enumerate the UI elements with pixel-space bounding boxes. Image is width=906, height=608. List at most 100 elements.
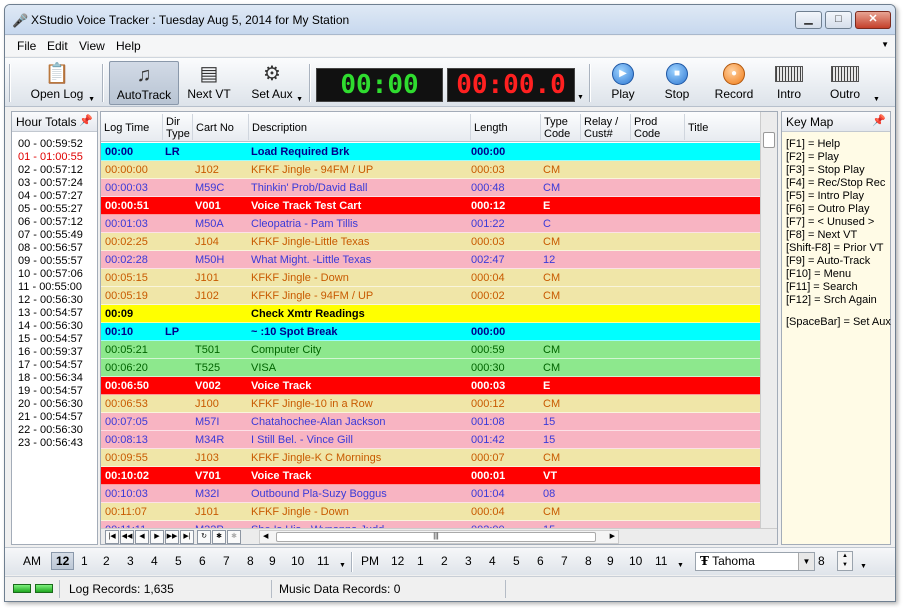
chevron-down-icon[interactable]: ▼ — [339, 562, 346, 569]
font-size[interactable]: 8 — [818, 554, 825, 568]
pm-hour-button[interactable]: 7 — [561, 554, 568, 568]
column-header[interactable]: Relay / Cust# — [581, 114, 631, 140]
stop-button[interactable]: ■ Stop — [653, 61, 701, 105]
hour-total-item[interactable]: 02 - 00:57:12 — [12, 164, 97, 177]
title-bar[interactable]: 🎤 XStudio Voice Tracker : Tuesday Aug 5,… — [5, 5, 895, 35]
asterisk-icon[interactable]: ✱ — [212, 530, 226, 544]
am-hour-button[interactable]: 7 — [223, 554, 230, 568]
log-row[interactable]: 00:06:50 V002 Voice Track 000:03 E — [101, 377, 761, 395]
font-select[interactable]: Ŧ Tahoma ▼ — [695, 552, 815, 571]
hour-total-item[interactable]: 04 - 00:57:27 — [12, 190, 97, 203]
hour-total-item[interactable]: 01 - 01:00:55 — [12, 151, 97, 164]
am-hour-button[interactable]: 3 — [127, 554, 134, 568]
chevron-down-icon[interactable]: ▼ — [296, 96, 303, 103]
log-row[interactable]: 00:10 LP ~ :10 Spot Break 000:00 — [101, 323, 761, 341]
hour-total-item[interactable]: 22 - 00:56:30 — [12, 424, 97, 437]
bookmark-icon[interactable]: ✱ — [227, 530, 241, 544]
auto-track-button[interactable]: ♫ AutoTrack — [109, 61, 179, 105]
font-size-spinner[interactable]: ▲ ▼ — [837, 551, 853, 571]
log-row[interactable]: 00:02:28 M50H What Might. -Little Texas 002… — [101, 251, 761, 269]
record-button[interactable]: ● Record — [707, 61, 761, 105]
first-record-icon[interactable]: |◀ — [105, 530, 119, 544]
hour-total-item[interactable]: 20 - 00:56:30 — [12, 398, 97, 411]
log-row[interactable]: 00:02:25 J104 KFKF Jingle-Little Texas 000:… — [101, 233, 761, 251]
log-row[interactable]: 00:11:07 J101 KFKF Jingle - Down 000:04 CM — [101, 503, 761, 521]
log-row[interactable]: 00:09 Check Xmtr Readings — [101, 305, 761, 323]
prior-record-icon[interactable]: ◀ — [135, 530, 149, 544]
vertical-scrollbar[interactable] — [760, 112, 777, 528]
play-button[interactable]: ▶ Play — [599, 61, 647, 105]
pm-hour-button[interactable]: 11 — [655, 554, 667, 568]
log-row[interactable]: 00:08:13 M34R I Still Bel. - Vince Gill 001… — [101, 431, 761, 449]
pm-hour-button[interactable]: 9 — [607, 554, 614, 568]
open-log-button[interactable]: 📋 Open Log ▼ — [17, 61, 97, 105]
column-header[interactable]: Description — [249, 114, 471, 140]
hour-total-item[interactable]: 08 - 00:56:57 — [12, 242, 97, 255]
chevron-down-icon[interactable]: ▼ — [860, 563, 867, 570]
am-hour-button[interactable]: 11 — [317, 554, 329, 568]
hour-total-item[interactable]: 09 - 00:55:57 — [12, 255, 97, 268]
hour-total-item[interactable]: 03 - 00:57:24 — [12, 177, 97, 190]
next-page-icon[interactable]: ▶▶ — [165, 530, 179, 544]
refresh-icon[interactable]: ↻ — [197, 530, 211, 544]
am-hour-button[interactable]: 6 — [199, 554, 206, 568]
chevron-down-icon[interactable]: ▼ — [677, 562, 684, 569]
pm-hour-button[interactable]: 10 — [629, 554, 642, 568]
menu-edit[interactable]: Edit — [47, 39, 68, 53]
log-row[interactable]: 00:00 LR Load Required Brk 000:00 — [101, 143, 761, 161]
hour-total-item[interactable]: 23 - 00:56:43 — [12, 437, 97, 450]
log-row[interactable]: 00:00:00 J102 KFKF Jingle - 94FM / UP 000:0… — [101, 161, 761, 179]
menu-overflow-icon[interactable]: ▼ — [881, 40, 889, 49]
hour-total-item[interactable]: 00 - 00:59:52 — [12, 138, 97, 151]
hour-total-item[interactable]: 05 - 00:55:27 — [12, 203, 97, 216]
hour-total-item[interactable]: 18 - 00:56:34 — [12, 372, 97, 385]
am-hour-button[interactable]: 9 — [269, 554, 276, 568]
hour-total-item[interactable]: 16 - 00:59:37 — [12, 346, 97, 359]
am-hour-button[interactable]: 2 — [103, 554, 110, 568]
chevron-down-icon[interactable]: ▼ — [873, 96, 880, 103]
hour-total-item[interactable]: 06 - 00:57:12 — [12, 216, 97, 229]
pm-hour-button[interactable]: 4 — [489, 554, 496, 568]
hour-total-item[interactable]: 07 - 00:55:49 — [12, 229, 97, 242]
log-row[interactable]: 00:00:03 M59C Thinkin' Prob/David Ball 000:… — [101, 179, 761, 197]
column-header[interactable]: Type Code — [541, 114, 581, 140]
log-row[interactable]: 00:09:55 J103 KFKF Jingle-K C Mornings 000:… — [101, 449, 761, 467]
am-hour-button[interactable]: 12 — [51, 552, 75, 570]
hour-total-item[interactable]: 15 - 00:54:57 — [12, 333, 97, 346]
next-vt-button[interactable]: ▤ Next VT — [183, 61, 235, 105]
menu-view[interactable]: View — [79, 39, 105, 53]
column-header[interactable]: Cart No — [193, 114, 249, 140]
log-row[interactable]: 00:10:02 V701 Voice Track 000:01 VT — [101, 467, 761, 485]
hour-total-item[interactable]: 21 - 00:54:57 — [12, 411, 97, 424]
next-record-icon[interactable]: ▶ — [150, 530, 164, 544]
column-header[interactable]: Length — [471, 114, 541, 140]
pm-hour-button[interactable]: 8 — [585, 554, 592, 568]
pm-hour-button[interactable]: 1 — [417, 554, 424, 568]
pm-hour-button[interactable]: 6 — [537, 554, 544, 568]
log-row[interactable]: 00:05:19 J102 KFKF Jingle - 94FM / UP 000:0… — [101, 287, 761, 305]
outro-button[interactable]: Outro — [819, 61, 871, 105]
log-row[interactable]: 00:00:51 V001 Voice Track Test Cart 000:12 E — [101, 197, 761, 215]
menu-help[interactable]: Help — [116, 39, 141, 53]
am-hour-button[interactable]: 5 — [175, 554, 182, 568]
pin-icon[interactable]: 📌 — [79, 114, 93, 127]
pm-hour-button[interactable]: 3 — [465, 554, 472, 568]
hour-total-item[interactable]: 19 - 00:54:57 — [12, 385, 97, 398]
log-row[interactable]: 00:05:21 T501 Computer City 000:59 CM — [101, 341, 761, 359]
minimize-button[interactable]: ▁ — [795, 11, 822, 29]
log-row[interactable]: 00:05:15 J101 KFKF Jingle - Down 000:04 CM — [101, 269, 761, 287]
scroll-thumb[interactable]: ||| — [276, 532, 596, 542]
pin-icon[interactable]: 📌 — [872, 114, 886, 127]
prior-page-icon[interactable]: ◀◀ — [120, 530, 134, 544]
am-hour-button[interactable]: 10 — [291, 554, 304, 568]
maximize-button[interactable]: □ — [825, 11, 852, 29]
chevron-down-icon[interactable]: ▼ — [88, 96, 95, 103]
hour-total-item[interactable]: 13 - 00:54:57 — [12, 307, 97, 320]
scroll-left-icon[interactable]: ◀ — [263, 532, 268, 540]
set-aux-button[interactable]: ⚙ Set Aux ▼ — [239, 61, 305, 105]
column-header[interactable]: Dir Type — [163, 114, 193, 140]
chevron-down-icon[interactable]: ▼ — [577, 94, 584, 101]
scroll-thumb[interactable] — [763, 132, 775, 148]
hour-total-item[interactable]: 10 - 00:57:06 — [12, 268, 97, 281]
column-header[interactable]: Prod Code — [631, 114, 685, 140]
